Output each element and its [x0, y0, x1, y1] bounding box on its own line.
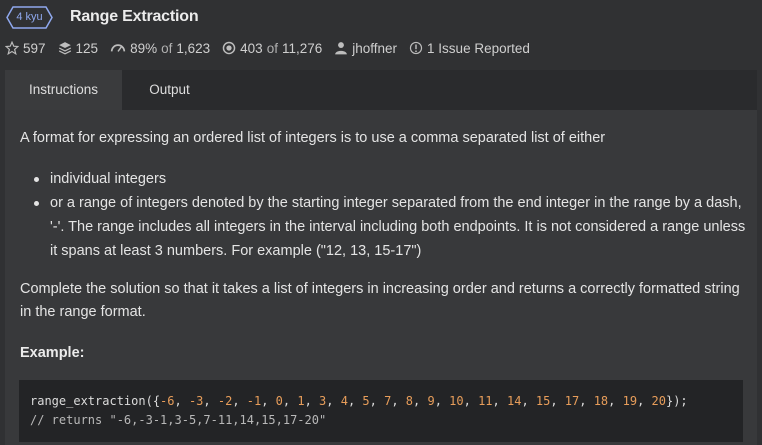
author-name: jhoffner: [352, 40, 398, 56]
code-separator: ,: [174, 394, 189, 408]
code-number: 8: [405, 394, 414, 408]
satisfaction-of: of: [161, 40, 173, 56]
collections-icon: [58, 42, 71, 55]
collections-stat[interactable]: 125: [58, 40, 99, 56]
code-comment: // returns "-6,-3-1,3-5,7-11,14,15,17-20…: [30, 413, 327, 427]
collections-count: 125: [75, 40, 99, 56]
user-icon: [335, 42, 348, 55]
rank-badge: 4 kyu: [6, 6, 53, 29]
code-number: 15: [535, 394, 551, 408]
format-list: individual integers or a range of intege…: [32, 167, 752, 263]
completed-count: 403: [240, 40, 263, 56]
task-paragraph: Complete the solution so that it takes a…: [20, 281, 740, 320]
code-separator: ,: [203, 394, 218, 408]
stars-stat[interactable]: 597: [5, 41, 46, 56]
code-line-call: range_extraction({-6, -3, -2, -1, 0, 1, …: [30, 392, 732, 411]
tab-instructions[interactable]: Instructions: [5, 70, 122, 110]
satisfaction-stat: 89% of 1,623: [110, 41, 210, 56]
code-separator: ,: [579, 394, 594, 408]
code-number: 11: [478, 394, 493, 408]
code-separator: ,: [261, 394, 276, 408]
author-stat[interactable]: jhoffner: [334, 41, 397, 56]
list-item: individual integers: [32, 167, 752, 191]
completed-of: of: [266, 40, 278, 56]
code-number: -2: [217, 394, 233, 408]
kata-header: 4 kyu Range Extraction 597 125 89% of 1,: [0, 0, 762, 68]
kata-title: Range Extraction: [70, 8, 199, 25]
issues-stat[interactable]: 1 Issue Reported: [409, 41, 530, 56]
code-func-open: range_extraction({: [30, 394, 161, 408]
code-number: 4: [340, 394, 348, 408]
kata-stats: 597 125 89% of 1,623 403 of 11,276 jhoff…: [5, 38, 542, 58]
code-separator: ,: [463, 394, 479, 408]
code-numbers: -6, -3, -2, -1, 0, 1, 3, 4, 5, 7, 8, 9, …: [160, 394, 666, 408]
code-separator: ,: [369, 394, 385, 408]
satisfaction-total: 1,623: [176, 40, 211, 56]
example-heading: Example:: [20, 345, 85, 361]
code-number: 5: [362, 394, 370, 408]
code-separator: ,: [492, 394, 507, 408]
code-number: 1: [297, 394, 305, 408]
code-separator: ,: [326, 394, 341, 408]
code-separator: ,: [391, 394, 406, 408]
star-icon: [5, 41, 19, 55]
code-separator: ,: [232, 394, 247, 408]
code-number: 10: [449, 394, 464, 408]
code-separator: ,: [434, 394, 450, 408]
list-item: or a range of integers denoted by the st…: [32, 191, 752, 263]
issues-label: 1 Issue Reported: [427, 40, 530, 56]
tab-bar: Instructions Output: [5, 70, 757, 110]
code-separator: ,: [521, 394, 536, 408]
code-func-close: });: [665, 394, 688, 408]
code-number: -6: [160, 394, 175, 408]
code-separator: ,: [304, 394, 320, 408]
tab-output[interactable]: Output: [122, 70, 217, 110]
issue-icon: [409, 41, 423, 55]
code-separator: ,: [550, 394, 565, 408]
code-separator: ,: [282, 394, 298, 408]
code-number: 0: [275, 394, 283, 408]
completed-icon: [222, 41, 236, 55]
intro-paragraph: A format for expressing an ordered list …: [20, 130, 606, 146]
code-separator: ,: [413, 394, 428, 408]
code-separator: ,: [608, 394, 623, 408]
code-number: 20: [651, 394, 666, 408]
code-number: 9: [427, 394, 435, 408]
code-number: -1: [246, 394, 262, 408]
code-number: 19: [622, 394, 638, 408]
satisfaction-icon: [110, 44, 126, 52]
code-number: -3: [188, 394, 204, 408]
code-separator: ,: [347, 394, 363, 408]
completed-total: 11,276: [281, 40, 323, 56]
code-number: 14: [506, 394, 522, 408]
satisfaction-percent: 89%: [130, 40, 158, 56]
code-number: 17: [564, 394, 580, 408]
instructions-panel: A format for expressing an ordered list …: [5, 110, 757, 445]
code-example: range_extraction({-6, -3, -2, -1, 0, 1, …: [19, 380, 743, 442]
stars-count: 597: [23, 40, 46, 56]
code-number: 18: [593, 394, 609, 408]
completed-stat: 403 of 11,276: [222, 41, 322, 56]
rank-label: 4 kyu: [16, 11, 43, 23]
code-separator: ,: [637, 394, 652, 408]
